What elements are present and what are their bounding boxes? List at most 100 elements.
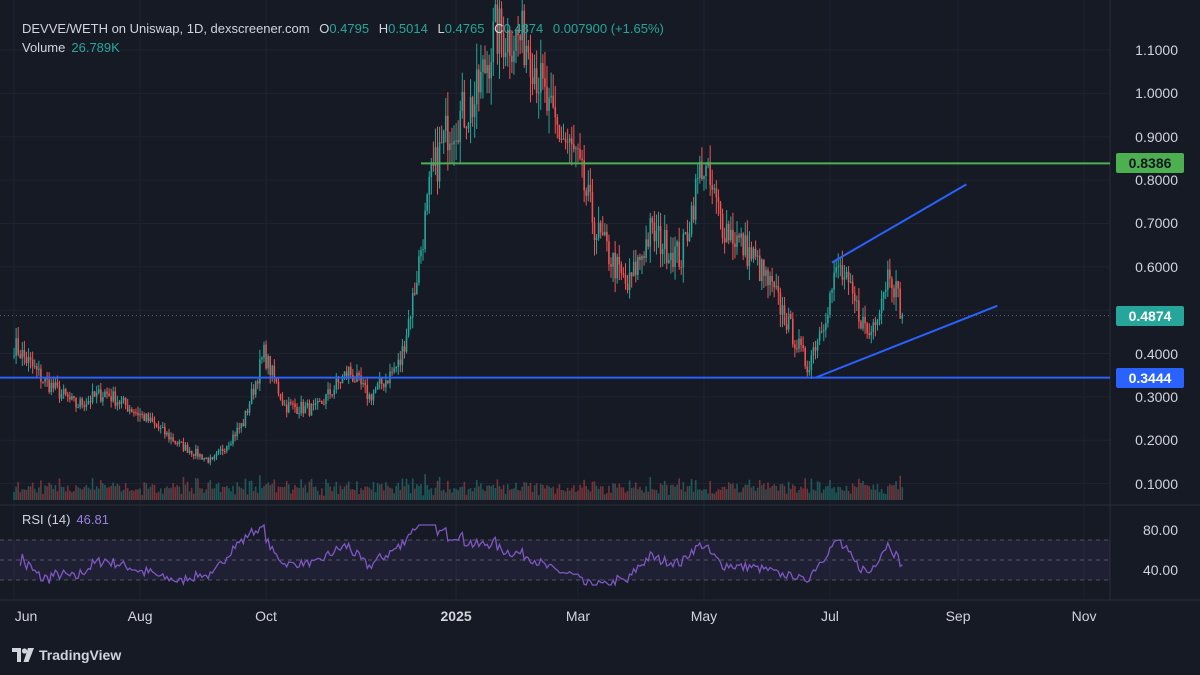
candle-body — [769, 275, 771, 286]
chart-canvas[interactable] — [0, 0, 1200, 675]
volume-bar — [203, 492, 205, 500]
volume-bar — [771, 486, 773, 500]
candle-body — [143, 414, 145, 421]
volume-bar — [221, 486, 224, 500]
volume-bar — [808, 492, 811, 500]
candle-body — [128, 409, 131, 412]
candle-body — [370, 394, 373, 401]
tradingview-logo[interactable]: TradingView — [12, 647, 121, 663]
price-tick-label: 0.3000 — [1135, 388, 1178, 405]
volume-bar — [46, 486, 48, 500]
candle-body — [864, 316, 866, 324]
candle-body — [50, 382, 53, 393]
candle-body — [573, 144, 575, 150]
candle-body — [490, 62, 493, 79]
symbol-title[interactable]: DEVVE/WETH on Uniswap, 1D, dexscreener.c… — [22, 21, 310, 36]
candle-body — [789, 314, 792, 319]
candle-body — [734, 243, 736, 247]
candle-body — [471, 97, 474, 118]
chart-root: DEVVE/WETH on Uniswap, 1D, dexscreener.c… — [0, 0, 1200, 675]
volume-bar — [393, 493, 395, 500]
volume-bar — [878, 492, 881, 500]
volume-bar — [383, 490, 385, 500]
candle-body — [612, 252, 614, 267]
candle-body — [153, 422, 156, 424]
volume-bar — [740, 491, 742, 500]
volume-bar — [583, 479, 585, 500]
volume-bar — [155, 492, 158, 500]
candle-body — [242, 423, 245, 427]
volume-bar — [494, 488, 497, 500]
volume-bar — [502, 484, 505, 500]
candle-body — [312, 403, 315, 405]
candle-body — [230, 443, 232, 446]
rsi-label[interactable]: RSI (14) — [22, 512, 70, 527]
candle-body — [765, 269, 767, 276]
candle-body — [513, 50, 515, 62]
candle-body — [135, 412, 137, 414]
candle-body — [856, 300, 858, 302]
volume-bar — [64, 491, 67, 500]
volume-bar — [368, 487, 371, 500]
candle-body — [327, 389, 329, 395]
volume-bar — [525, 482, 528, 500]
volume-bar — [50, 484, 53, 500]
volume-bar — [79, 488, 81, 500]
volume-bar — [674, 486, 676, 500]
candle-body — [616, 256, 619, 279]
candle-body — [556, 117, 559, 125]
volume-bar — [147, 488, 150, 500]
candle-body — [440, 142, 443, 144]
volume-bar — [199, 488, 201, 500]
volume-bar — [562, 490, 565, 500]
volume-bar — [323, 495, 325, 500]
volume-bar — [265, 484, 267, 500]
volume-bar — [577, 490, 579, 500]
candle-body — [484, 59, 486, 74]
candle-body — [467, 123, 470, 129]
candle-body — [347, 366, 350, 377]
volume-bar — [213, 488, 216, 500]
volume-bar — [327, 483, 329, 500]
volume-bar — [418, 485, 420, 500]
candle-body — [655, 230, 658, 242]
price-tick-label: 0.7000 — [1135, 215, 1178, 232]
volume-bar — [659, 483, 662, 500]
candle-body — [366, 384, 369, 400]
candle-body — [385, 380, 387, 388]
price-tick-label: 0.2000 — [1135, 432, 1178, 449]
volume-bar — [767, 482, 769, 500]
time-tick-label: Aug — [127, 608, 153, 624]
candle-body — [447, 115, 449, 151]
candle-body — [114, 391, 117, 406]
candle-body — [874, 322, 877, 325]
volume-bar — [42, 494, 44, 500]
candle-body — [659, 226, 662, 254]
candle-body — [85, 403, 88, 408]
volume-bar — [151, 484, 154, 500]
volume-bar — [616, 487, 619, 500]
candle-body — [104, 391, 106, 398]
candle-body — [263, 344, 265, 358]
volume-bar — [599, 486, 602, 500]
candle-body — [137, 412, 139, 416]
low-label: L — [437, 21, 445, 36]
volume-bar — [19, 492, 22, 500]
candle-body — [796, 348, 798, 350]
candle-body — [703, 176, 705, 179]
candle-body — [529, 52, 532, 78]
candle-body — [349, 366, 352, 375]
candle-body — [238, 427, 241, 429]
candle-body — [808, 369, 811, 373]
volume-bar — [13, 491, 15, 500]
candle-body — [754, 248, 757, 257]
candle-body — [756, 255, 759, 257]
volume-bar — [798, 490, 800, 500]
candle-body — [269, 356, 271, 376]
volume-bar — [143, 482, 145, 500]
volume-bar — [649, 477, 652, 500]
volume-bar — [504, 493, 507, 500]
volume-bar — [259, 475, 261, 500]
candle-body — [15, 338, 17, 356]
candle-body — [469, 97, 472, 124]
